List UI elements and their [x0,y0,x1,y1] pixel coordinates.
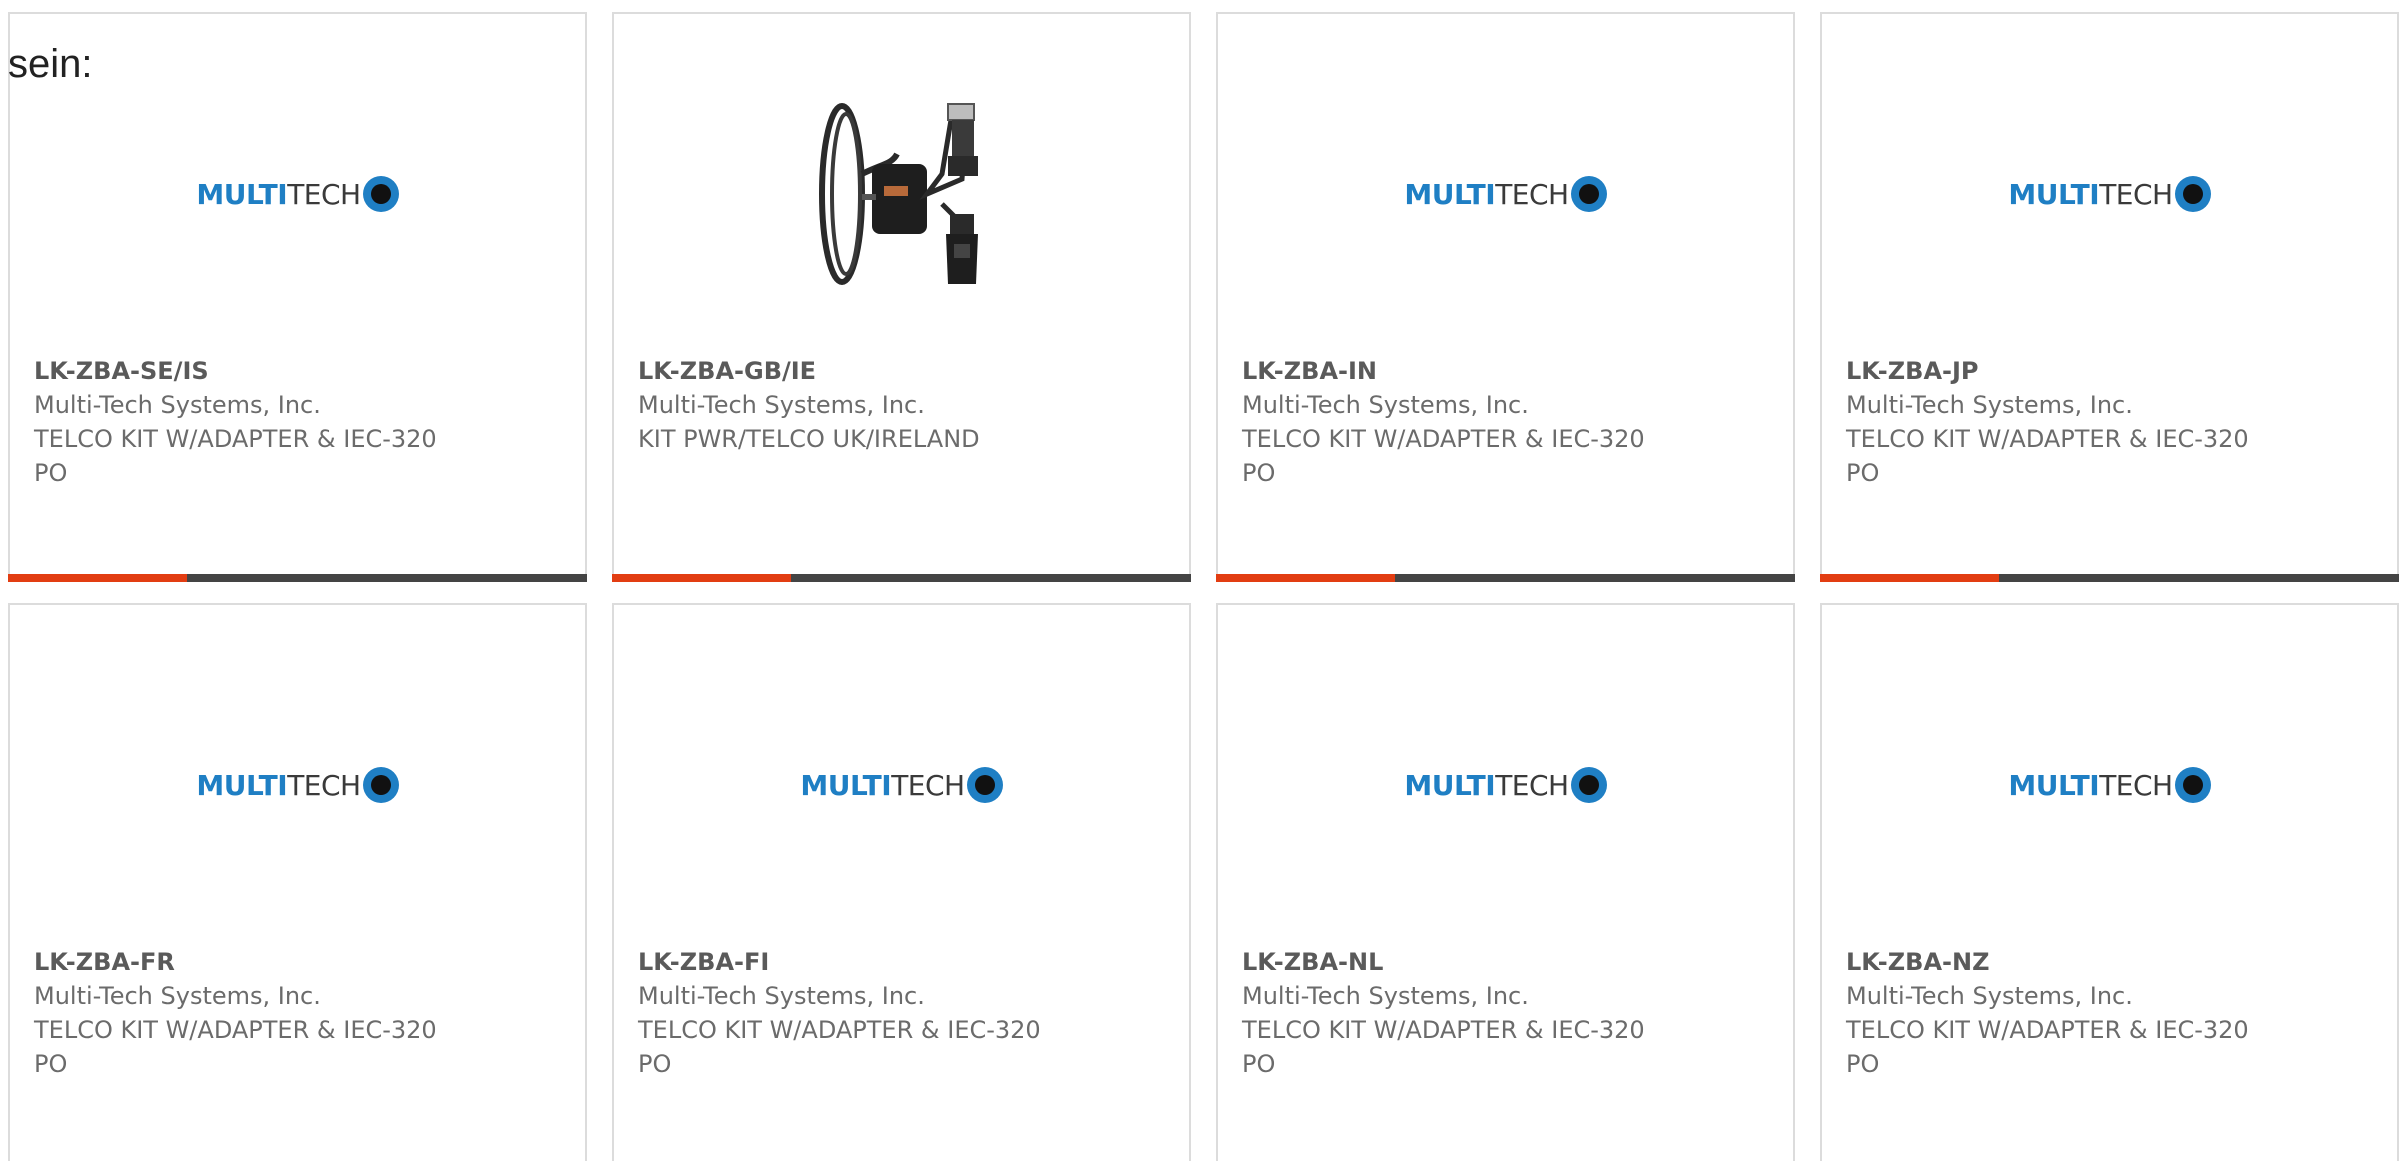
manufacturer: Multi-Tech Systems, Inc. [1242,391,1529,419]
multitech-logo: MULTI TECH [2008,761,2211,809]
product-card[interactable]: MULTI TECH LK-ZBA-FR Multi-Tech Systems, … [8,603,587,1161]
intro-text: sein: [8,42,93,86]
manufacturer: Multi-Tech Systems, Inc. [34,982,321,1010]
card-progress-bar [612,574,1191,582]
logo-multi-text: MULTI [196,177,288,211]
product-image: MULTI TECH [614,665,1189,905]
logo-tech-text: TECH [2099,768,2173,802]
product-image: MULTI TECH [1218,74,1793,314]
product-card[interactable]: MULTI TECH LK-ZBA-JP Multi-Tech Systems, … [1820,12,2399,582]
multitech-logo: MULTI TECH [196,170,399,218]
product-description: TELCO KIT W/ADAPTER & IEC-320 PO [34,425,437,487]
card-progress-fill [1820,574,2000,582]
card-progress-bar [1216,574,1795,582]
multitech-logo: MULTI TECH [196,761,399,809]
product-card[interactable]: MULTI TECH LK-ZBA-NL Multi-Tech Systems, … [1216,603,1795,1161]
logo-circle-icon [2174,767,2211,803]
logo-circle-icon [2174,176,2211,212]
product-description: TELCO KIT W/ADAPTER & IEC-320 PO [1846,1016,2249,1078]
product-grid: MULTI TECH LK-ZBA-SE/IS Multi-Tech System… [8,12,2400,1161]
product-image: MULTI TECH [1822,665,2397,905]
product-image: MULTI TECH [10,74,585,314]
logo-tech-text: TECH [287,177,361,211]
logo-tech-text: TECH [287,768,361,802]
part-number[interactable]: LK-ZBA-JP [1846,354,2266,388]
product-card[interactable]: MULTI TECH LK-ZBA-NZ Multi-Tech Systems, … [1820,603,2399,1161]
logo-tech-text: TECH [891,768,965,802]
product-image: MULTI TECH [10,665,585,905]
card-progress-fill [612,574,792,582]
product-card[interactable]: MULTI TECH LK-ZBA-IN Multi-Tech Systems, … [1216,12,1795,582]
logo-circle-icon [362,767,399,803]
logo-circle-icon [1570,176,1607,212]
power-cable-photo [818,103,978,285]
manufacturer: Multi-Tech Systems, Inc. [638,391,925,419]
multitech-logo: MULTI TECH [1404,761,1607,809]
manufacturer: Multi-Tech Systems, Inc. [34,391,321,419]
logo-circle-icon [362,176,399,212]
part-number[interactable]: LK-ZBA-FR [34,945,454,979]
card-progress-bar [8,574,587,582]
product-description: TELCO KIT W/ADAPTER & IEC-320 PO [1846,425,2249,487]
part-number[interactable]: LK-ZBA-SE/IS [34,354,454,388]
card-progress-fill [8,574,188,582]
part-number[interactable]: LK-ZBA-NL [1242,945,1662,979]
product-card[interactable]: MULTI TECH LK-ZBA-SE/IS Multi-Tech System… [8,12,587,582]
part-number[interactable]: LK-ZBA-NZ [1846,945,2266,979]
logo-tech-text: TECH [1495,768,1569,802]
logo-circle-icon [1570,767,1607,803]
logo-tech-text: TECH [2099,177,2173,211]
logo-multi-text: MULTI [800,768,892,802]
product-description: TELCO KIT W/ADAPTER & IEC-320 PO [1242,425,1645,487]
product-image: MULTI TECH [1218,665,1793,905]
part-number[interactable]: LK-ZBA-IN [1242,354,1662,388]
logo-tech-text: TECH [1495,177,1569,211]
manufacturer: Multi-Tech Systems, Inc. [1242,982,1529,1010]
multitech-logo: MULTI TECH [1404,170,1607,218]
multitech-logo: MULTI TECH [2008,170,2211,218]
logo-multi-text: MULTI [1404,768,1496,802]
part-number[interactable]: LK-ZBA-FI [638,945,1058,979]
part-number[interactable]: LK-ZBA-GB/IE [638,354,1058,388]
card-progress-bar [1820,574,2399,582]
product-image: MULTI TECH [1822,74,2397,314]
logo-multi-text: MULTI [196,768,288,802]
logo-multi-text: MULTI [2008,768,2100,802]
manufacturer: Multi-Tech Systems, Inc. [1846,391,2133,419]
logo-multi-text: MULTI [1404,177,1496,211]
product-description: TELCO KIT W/ADAPTER & IEC-320 PO [1242,1016,1645,1078]
product-card[interactable]: MULTI TECH LK-ZBA-FI Multi-Tech Systems, … [612,603,1191,1161]
product-description: TELCO KIT W/ADAPTER & IEC-320 PO [638,1016,1041,1078]
product-description: KIT PWR/TELCO UK/IRELAND [638,425,980,453]
manufacturer: Multi-Tech Systems, Inc. [1846,982,2133,1010]
card-progress-fill [1216,574,1396,582]
product-description: TELCO KIT W/ADAPTER & IEC-320 PO [34,1016,437,1078]
manufacturer: Multi-Tech Systems, Inc. [638,982,925,1010]
logo-circle-icon [966,767,1003,803]
product-card[interactable]: LK-ZBA-GB/IE Multi-Tech Systems, Inc. KI… [612,12,1191,582]
product-image [614,74,1189,314]
logo-multi-text: MULTI [2008,177,2100,211]
multitech-logo: MULTI TECH [800,761,1003,809]
